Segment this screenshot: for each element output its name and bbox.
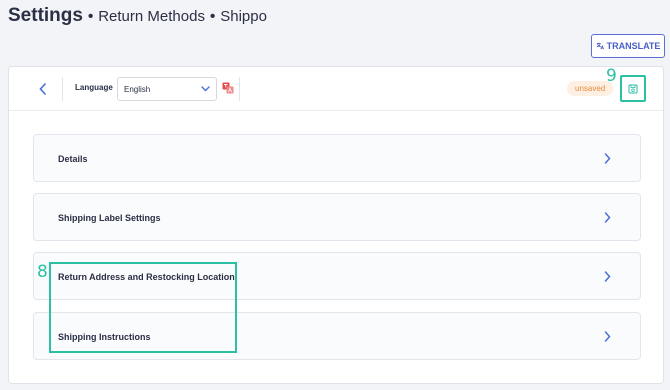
translate-icon [596, 42, 604, 50]
toolbar-divider [239, 77, 240, 101]
language-toggle-icon[interactable] [222, 82, 234, 94]
breadcrumb-separator: • [87, 8, 94, 25]
chevron-right-icon [604, 271, 611, 282]
language-label: Language [75, 83, 113, 92]
translate-button-label: TRANSLATE [606, 41, 661, 51]
breadcrumb-shippo: Shippo [220, 8, 267, 25]
back-arrow-icon [39, 83, 46, 95]
toolbar-divider [62, 77, 63, 101]
settings-card: Language English unsaved 9 Details Shipp… [8, 66, 664, 384]
page-header: Settings • Return Methods • Shippo [8, 5, 267, 27]
section-label: Shipping Label Settings [58, 213, 161, 223]
back-button[interactable] [36, 81, 50, 97]
card-toolbar: Language English unsaved 9 [9, 67, 663, 111]
callout-number-sections: 8 [37, 262, 48, 282]
language-select[interactable]: English [117, 77, 217, 101]
section-return-address[interactable]: Return Address and Restocking Location [33, 252, 641, 300]
translate-button[interactable]: TRANSLATE [591, 34, 665, 58]
section-label: Details [58, 154, 88, 164]
section-details[interactable]: Details [33, 134, 641, 182]
section-shipping-instructions[interactable]: Shipping Instructions [33, 312, 641, 360]
breadcrumb-separator: • [209, 8, 216, 25]
breadcrumb-return-methods[interactable]: Return Methods [98, 8, 205, 25]
chevron-down-icon [201, 86, 210, 92]
chevron-right-icon [604, 153, 611, 164]
section-label: Shipping Instructions [58, 332, 151, 342]
page-title: Settings [8, 5, 83, 26]
chevron-right-icon [604, 331, 611, 342]
chevron-right-icon [604, 212, 611, 223]
callout-number-save: 9 [606, 66, 617, 86]
language-select-value: English [124, 84, 151, 94]
save-button[interactable] [620, 75, 646, 102]
section-shipping-label-settings[interactable]: Shipping Label Settings [33, 193, 641, 241]
section-label: Return Address and Restocking Location [58, 272, 235, 282]
save-icon [628, 84, 638, 93]
